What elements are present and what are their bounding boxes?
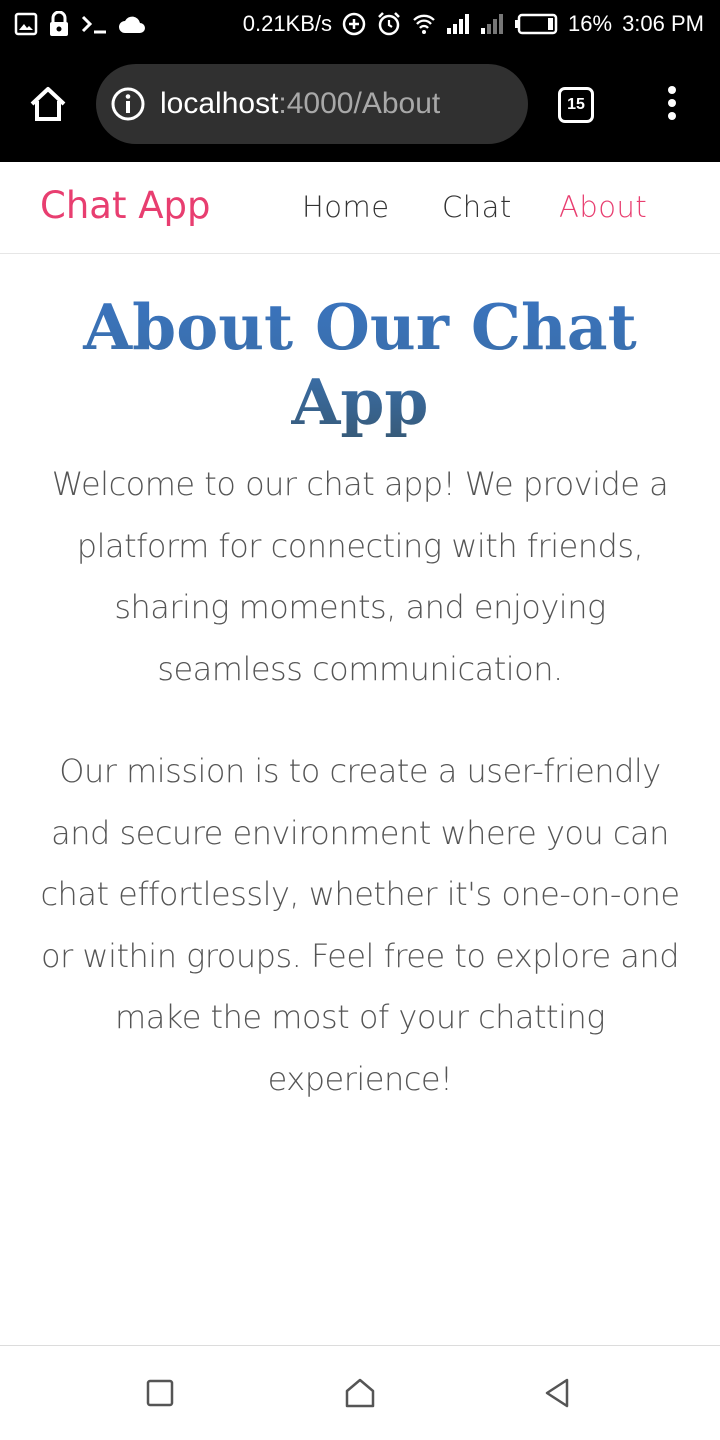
- status-left-icons: [14, 11, 146, 37]
- about-content: About Our Chat App Welcome to our chat a…: [40, 290, 680, 1110]
- intro-paragraph: Welcome to our chat app! We provide a pl…: [51, 465, 669, 688]
- tab-switcher-button[interactable]: 15: [558, 87, 594, 123]
- clock: 3:06 PM: [622, 11, 704, 36]
- brand-logo[interactable]: Chat App: [40, 184, 211, 227]
- address-bar[interactable]: localhost:4000/About: [96, 64, 528, 144]
- url-text[interactable]: localhost:4000/About: [160, 87, 440, 121]
- status-bar: 0.21KB/s 16% 3:06 PM: [0, 0, 720, 48]
- image-icon: [14, 12, 38, 36]
- system-nav-bar: [0, 1345, 720, 1440]
- signal-icon: [446, 13, 470, 35]
- cloud-icon: [118, 14, 146, 34]
- browser-toolbar: localhost:4000/About 15: [0, 48, 720, 162]
- system-home-icon[interactable]: [343, 1376, 377, 1410]
- signal-weak-icon: [480, 13, 504, 35]
- info-icon[interactable]: [110, 86, 146, 122]
- data-saver-icon: [342, 12, 366, 36]
- battery-percent: 16%: [568, 11, 613, 36]
- nav-link-home[interactable]: Home: [302, 190, 390, 224]
- page-title: About Our Chat App: [40, 290, 680, 440]
- recents-icon[interactable]: [143, 1376, 177, 1410]
- mission-paragraph: Our mission is to create a user-friendly…: [40, 752, 680, 1098]
- wifi-icon: [412, 13, 436, 35]
- more-menu-icon[interactable]: [664, 86, 680, 126]
- network-speed: 0.21KB/s: [242, 11, 333, 36]
- terminal-icon: [80, 13, 108, 35]
- url-host: localhost: [160, 87, 279, 120]
- lock-icon: [48, 11, 70, 37]
- status-right-icons: 0.21KB/s 16% 3:06 PM: [243, 11, 704, 37]
- battery-icon: [514, 13, 558, 35]
- url-path: :4000/About: [278, 87, 441, 120]
- nav-link-about[interactable]: About: [559, 190, 647, 224]
- site-navbar: Chat App Home Chat About: [0, 162, 720, 254]
- nav-link-chat[interactable]: Chat: [442, 190, 512, 224]
- browser-home-icon[interactable]: [28, 84, 68, 124]
- back-icon[interactable]: [541, 1376, 575, 1410]
- alarm-icon: [376, 11, 402, 37]
